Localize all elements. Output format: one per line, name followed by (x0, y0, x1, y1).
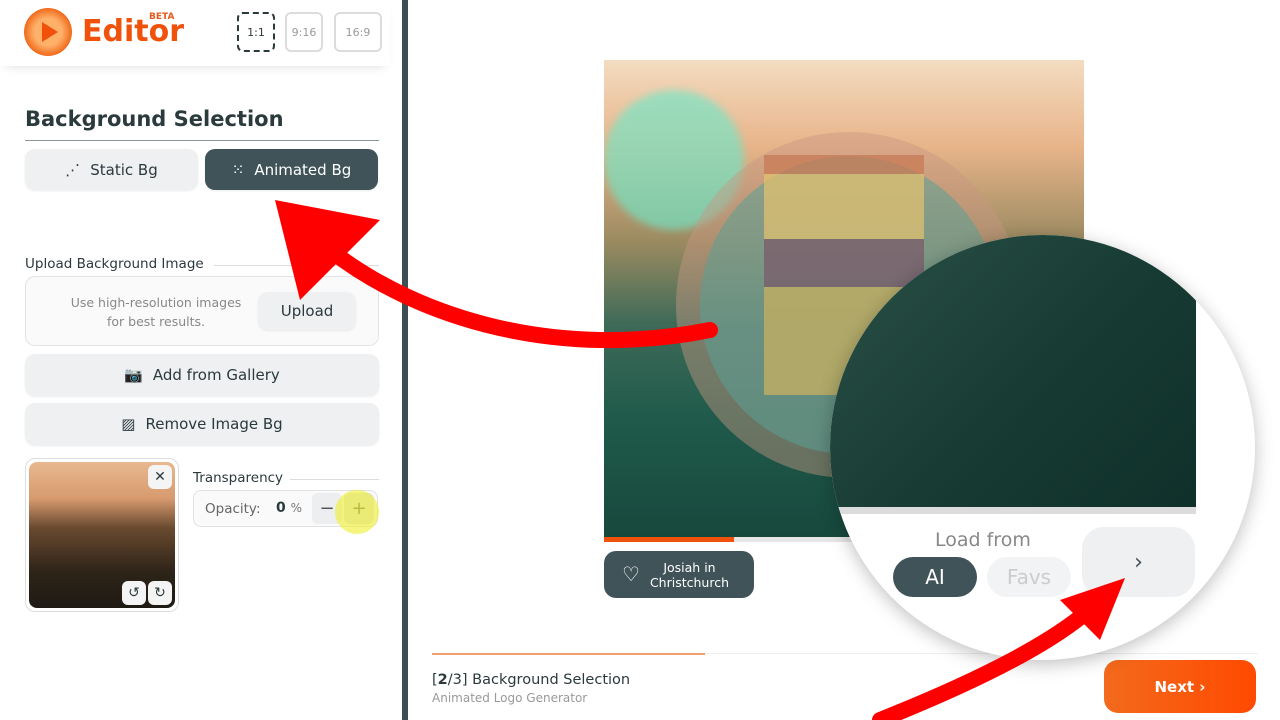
load-from-label: Load from (935, 529, 1031, 551)
animated-bg-icon: ⁙ (231, 160, 245, 179)
opacity-label: Opacity: (205, 501, 261, 517)
favorite-credit-button[interactable]: ♡ Josiah in Christchurch (604, 551, 754, 598)
credit-text: Josiah in Christchurch (649, 559, 729, 590)
static-bg-icon: ⋰ (65, 160, 81, 179)
ratio-9-16-button[interactable]: 9:16 (285, 12, 323, 52)
panel-divider[interactable] (402, 0, 408, 720)
next-button[interactable]: Next › (1104, 660, 1256, 713)
animated-bg-label: Animated Bg (254, 160, 352, 179)
camera-plus-icon: 📷 (124, 366, 143, 384)
magnified-progress (830, 507, 1196, 514)
static-bg-label: Static Bg (90, 160, 158, 179)
transparency-title: Transparency (193, 470, 284, 486)
upload-hint: Use high-resolution images for best resul… (70, 295, 242, 329)
heart-icon: ♡ (622, 562, 640, 586)
ratio-16-9-button[interactable]: 16:9 (334, 12, 382, 52)
step-subtitle: Animated Logo Generator (432, 691, 588, 705)
divider (290, 479, 379, 480)
upload-box: Use high-resolution images for best resul… (25, 276, 379, 346)
logo-icon (24, 8, 72, 56)
topbar: Editor BETA 1:1 9:16 16:9 (0, 0, 390, 66)
upload-title: Upload Background Image (25, 256, 204, 272)
remove-image-bg-button[interactable]: ▨ Remove Image Bg (25, 403, 379, 445)
add-from-gallery-button[interactable]: 📷 Add from Gallery (25, 354, 379, 396)
cursor-highlight (335, 490, 379, 534)
preview-progress-fill (604, 537, 734, 542)
static-bg-tab[interactable]: ⋰ Static Bg (25, 149, 198, 190)
background-thumbnail: ✕ ↺ ↻ (25, 458, 179, 612)
close-icon[interactable]: ✕ (148, 465, 172, 489)
upload-button[interactable]: Upload (258, 292, 356, 330)
step-indicator: [2/3] Background Selection (432, 672, 631, 688)
load-ai-button[interactable]: AI (893, 557, 977, 597)
opacity-value: 0 % (276, 500, 303, 516)
section-title: Background Selection (25, 107, 284, 131)
next-background-button[interactable]: › (1082, 527, 1195, 597)
divider (25, 140, 379, 141)
step-progress (432, 653, 705, 655)
stripes-icon: ▨ (121, 415, 136, 433)
divider (214, 265, 379, 266)
animated-bg-tab[interactable]: ⁙ Animated Bg (205, 149, 378, 190)
beta-badge: BETA (149, 12, 175, 22)
sidebar: Editor BETA 1:1 9:16 16:9 Background Sel… (0, 0, 402, 720)
rotate-left-icon[interactable]: ↺ (122, 581, 146, 605)
load-favs-button[interactable]: Favs (987, 557, 1071, 597)
magnified-preview (830, 235, 1196, 507)
rotate-right-icon[interactable]: ↻ (148, 581, 172, 605)
magnifier-callout: Load from AI Favs › (830, 235, 1255, 660)
gallery-label: Add from Gallery (152, 366, 280, 384)
ratio-1-1-button[interactable]: 1:1 (237, 12, 275, 52)
remove-bg-label: Remove Image Bg (145, 415, 283, 433)
